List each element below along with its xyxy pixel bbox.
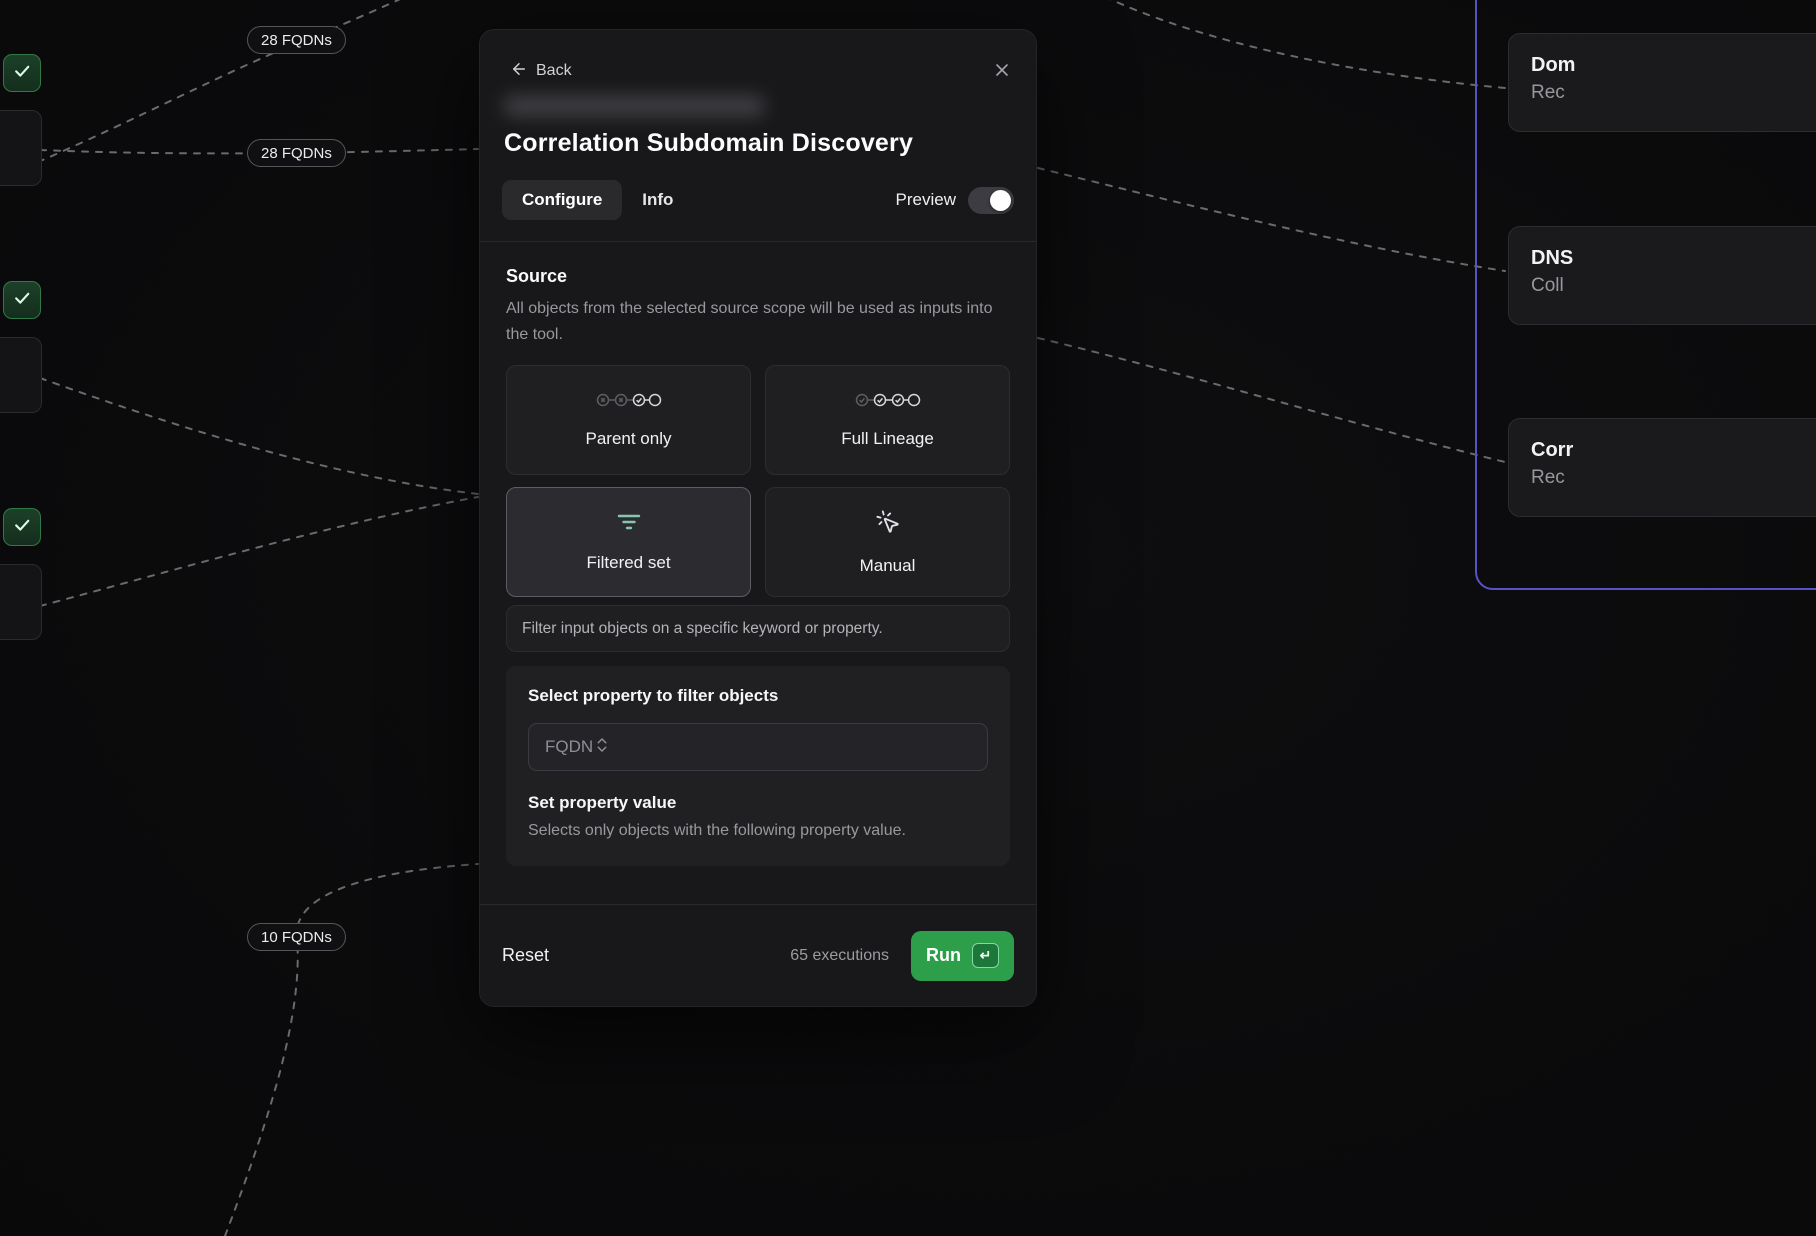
- modal-title: Correlation Subdomain Discovery: [504, 126, 1014, 160]
- toggle-knob: [990, 190, 1011, 211]
- node-card-subtitle: Rec: [1531, 464, 1816, 492]
- edge-count-badge: 28 FQDNs: [247, 26, 346, 54]
- lineage-chain-icon: [595, 392, 663, 413]
- node-card-subtitle: Coll: [1531, 272, 1816, 300]
- lineage-chain-icon: [854, 392, 922, 413]
- modal-footer: Reset 65 executions Run ↵: [480, 904, 1036, 1006]
- tab-info[interactable]: Info: [622, 180, 693, 220]
- arrow-left-icon: [510, 60, 528, 83]
- preview-label: Preview: [896, 190, 956, 210]
- option-manual[interactable]: Manual: [765, 487, 1010, 597]
- option-label: Manual: [860, 556, 916, 576]
- node-card-title: DNS: [1531, 244, 1816, 272]
- check-icon: [12, 288, 32, 313]
- filter-icon: [616, 512, 642, 537]
- option-label: Filtered set: [586, 553, 670, 573]
- node-success-check: [3, 281, 41, 319]
- tab-configure[interactable]: Configure: [502, 180, 622, 220]
- option-parent-only[interactable]: Parent only: [506, 365, 751, 475]
- graph-node[interactable]: [0, 564, 42, 640]
- check-icon: [12, 515, 32, 540]
- node-success-check: [3, 508, 41, 546]
- executions-count: 65 executions: [790, 947, 889, 965]
- preview-toggle[interactable]: [968, 187, 1014, 214]
- tool-config-modal: Back Correlation Subdomain Discovery Con…: [480, 30, 1036, 1006]
- back-label: Back: [536, 62, 572, 80]
- property-value-label: Set property value: [528, 793, 988, 813]
- close-button[interactable]: [990, 58, 1014, 85]
- source-description: All objects from the selected source sco…: [506, 296, 998, 348]
- option-label: Full Lineage: [841, 429, 934, 449]
- run-button[interactable]: Run ↵: [911, 931, 1014, 981]
- run-label: Run: [926, 945, 961, 966]
- filter-hint: Filter input objects on a specific keywo…: [506, 605, 1010, 652]
- filter-settings-panel: Select property to filter objects FQDN S…: [506, 666, 1010, 866]
- graph-node[interactable]: [0, 110, 42, 186]
- property-select[interactable]: FQDN: [528, 723, 988, 771]
- reset-button[interactable]: Reset: [502, 945, 549, 966]
- blurred-subtitle: [504, 96, 764, 116]
- source-heading: Source: [506, 266, 1010, 287]
- graph-node-card[interactable]: Dom Rec: [1508, 33, 1816, 132]
- property-select-label: Select property to filter objects: [528, 686, 988, 706]
- enter-key-icon: ↵: [972, 943, 999, 968]
- option-label: Parent only: [586, 429, 672, 449]
- node-card-title: Corr: [1531, 436, 1816, 464]
- close-icon: [992, 68, 1012, 83]
- back-button[interactable]: Back: [502, 60, 572, 83]
- node-success-check: [3, 54, 41, 92]
- option-full-lineage[interactable]: Full Lineage: [765, 365, 1010, 475]
- graph-node-card[interactable]: Corr Rec: [1508, 418, 1816, 517]
- graph-node-card[interactable]: DNS Coll: [1508, 226, 1816, 325]
- node-card-title: Dom: [1531, 51, 1816, 79]
- property-select-value: FQDN: [545, 737, 593, 757]
- check-icon: [12, 61, 32, 86]
- property-value-description: Selects only objects with the following …: [528, 822, 988, 840]
- modal-header: Back Correlation Subdomain Discovery Con…: [480, 30, 1036, 242]
- cursor-click-icon: [875, 509, 901, 540]
- chevrons-up-down-icon: [593, 736, 611, 759]
- graph-node[interactable]: [0, 337, 42, 413]
- edge-count-badge: 10 FQDNs: [247, 923, 346, 951]
- modal-body: Source All objects from the selected sou…: [480, 242, 1036, 904]
- edge-count-badge: 28 FQDNs: [247, 139, 346, 167]
- node-card-subtitle: Rec: [1531, 79, 1816, 107]
- option-filtered-set[interactable]: Filtered set: [506, 487, 751, 597]
- source-scope-options: Parent only Full Lineage: [506, 365, 1010, 597]
